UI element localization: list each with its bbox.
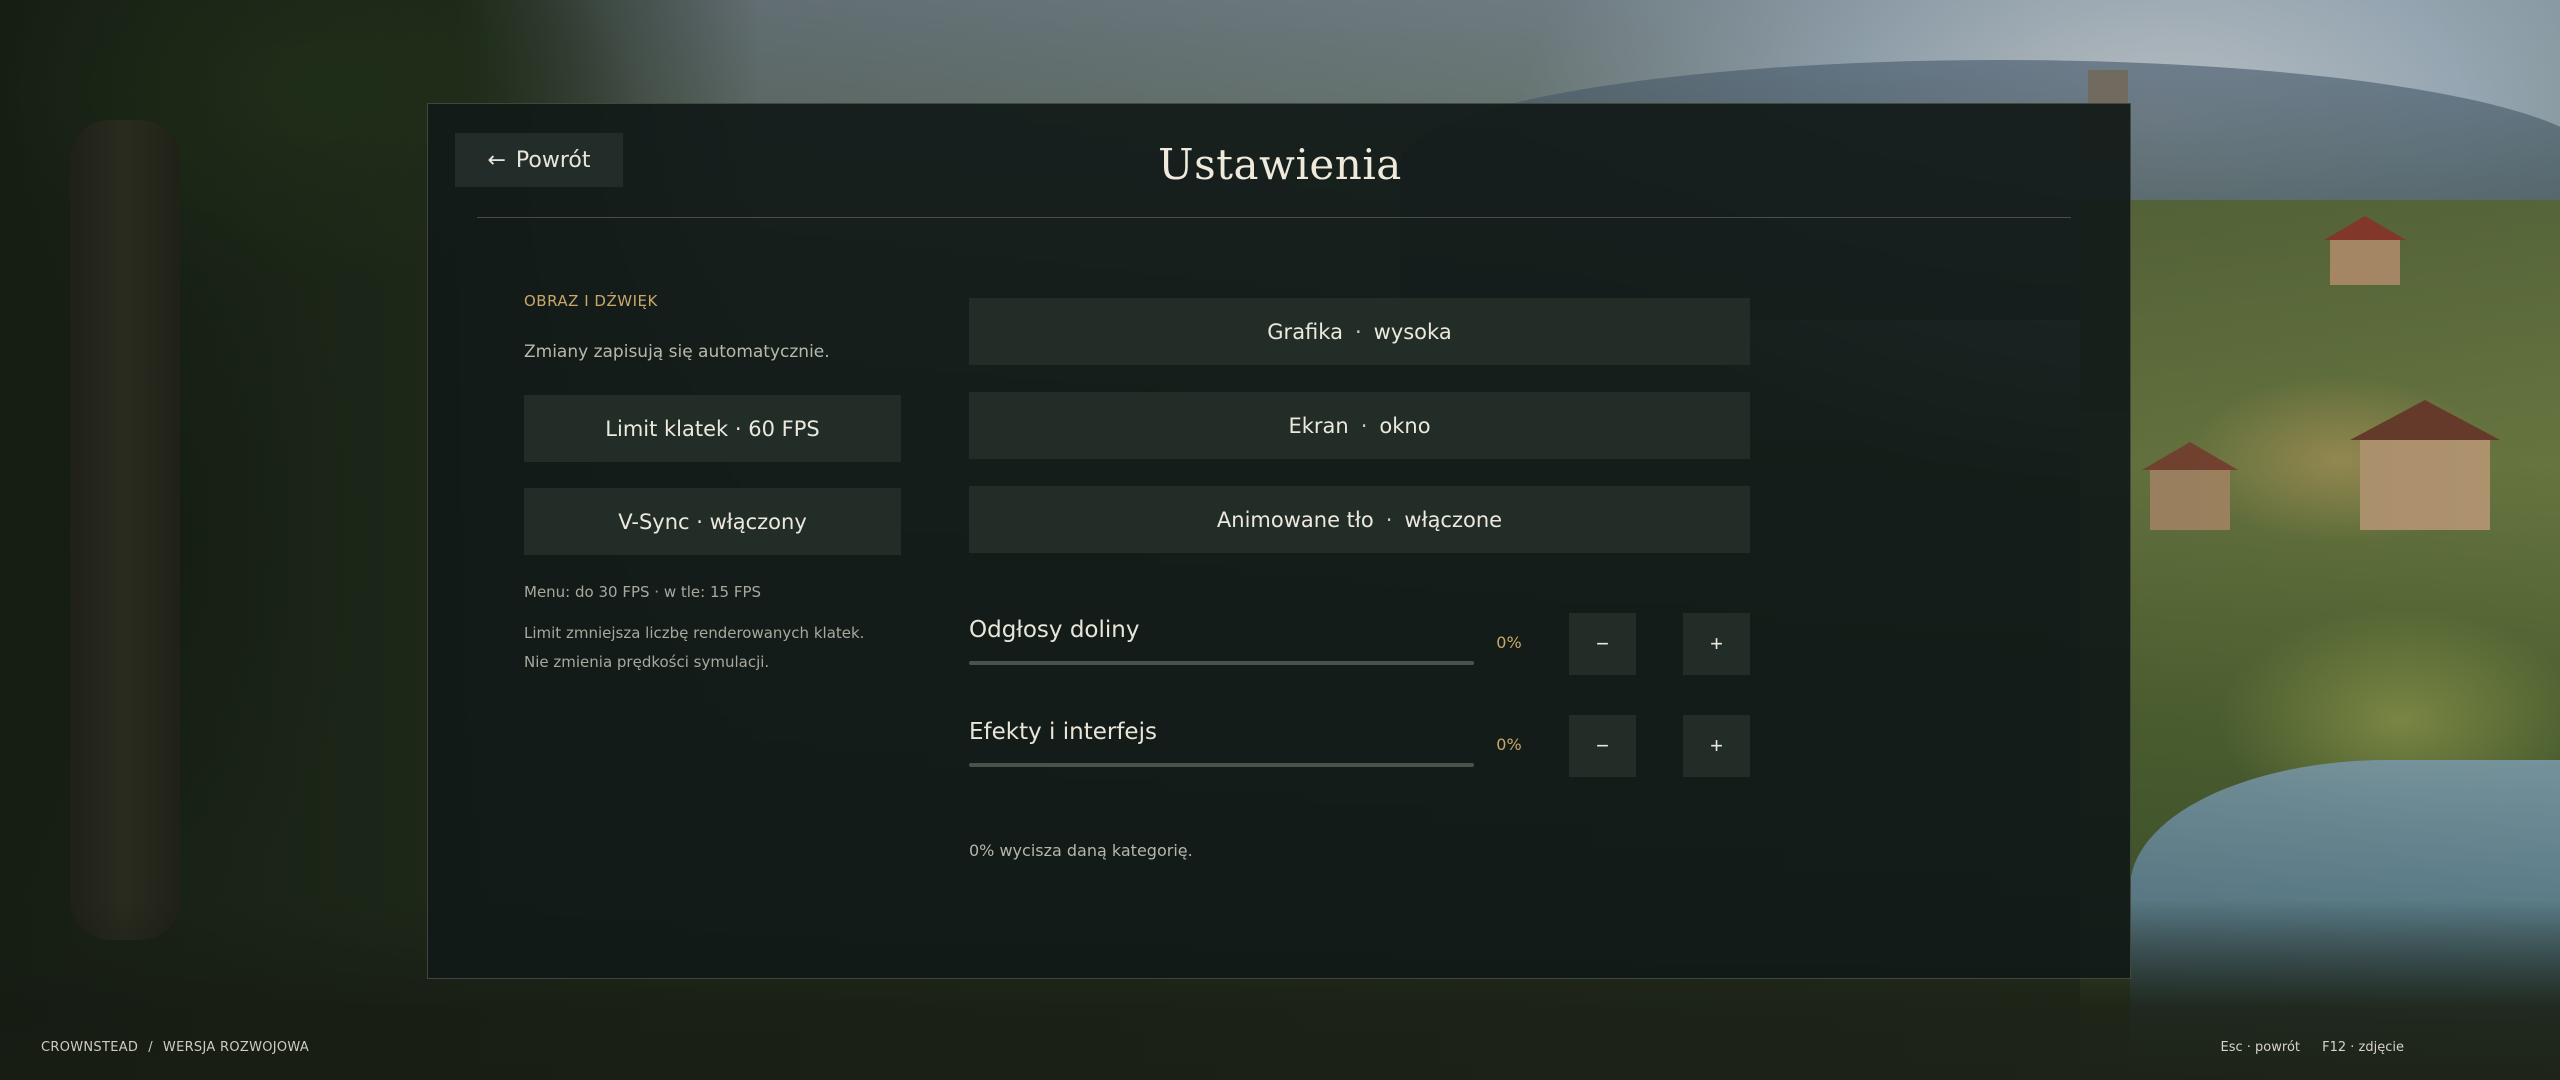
fps-note: Menu: do 30 FPS · w tle: 15 FPS [524,583,762,601]
left-column: OBRAZ I DŹWIĘK Zmiany zapisują się autom… [524,292,904,677]
option-value: wysoka [1373,319,1452,344]
autosave-hint: Zmiany zapisują się automatycznie. [524,342,830,362]
option-separator: · [1354,319,1362,344]
fps-limit-button[interactable]: Limit klatek · 60 FPS [524,395,901,462]
option-label: Grafika [1267,319,1343,344]
hotkey-screenshot: F12 · zdjęcie [2322,1040,2404,1055]
slider-row-valley-sounds: Odgłosy doliny 0% − + [969,613,1750,679]
option-separator: · [1360,413,1368,438]
increase-button[interactable]: + [1683,613,1750,675]
slider-row-effects-interface: Efekty i interfejs 0% − + [969,715,1750,781]
option-label: Ekran [1288,413,1349,438]
valley-sounds-slider[interactable] [969,661,1474,665]
decrease-button[interactable]: − [1569,613,1636,675]
option-value: włączone [1404,507,1503,532]
hotkey-back: Esc · powrót [2220,1040,2300,1055]
display-mode-button[interactable]: Ekran · okno [969,392,1750,459]
slider-percent: 0% [1496,633,1522,652]
slider-label: Odgłosy doliny [969,617,1140,643]
mute-note: 0% wycisza daną kategorię. [969,841,1193,860]
increase-button[interactable]: + [1683,715,1750,777]
graphics-quality-button[interactable]: Grafika · wysoka [969,298,1750,365]
footer-hotkeys: Esc · powrót F12 · zdjęcie [2221,1040,2404,1055]
limit-note: Limit zmniejsza liczbę renderowanych kla… [524,619,904,677]
option-label: Animowane tło [1216,507,1374,532]
settings-panel: ← Powrót Ustawienia OBRAZ I DŹWIĘK Zmian… [427,103,2131,979]
option-separator: · [1385,507,1393,532]
limit-note-line: Limit zmniejsza liczbę renderowanych kla… [524,624,865,642]
slider-percent: 0% [1496,735,1522,754]
footer-slash: / [148,1040,153,1055]
page-title: Ustawienia [1158,140,1402,189]
section-label: OBRAZ I DŹWIĘK [524,292,658,310]
options-column: Grafika · wysoka Ekran · okno Animowane … [969,298,1750,580]
vsync-button[interactable]: V-Sync · włączony [524,488,901,555]
decrease-button[interactable]: − [1569,715,1636,777]
version-label: WERSJA ROZWOJOWA [162,1040,310,1055]
limit-note-line: Nie zmienia prędkości symulacji. [524,653,770,671]
effects-interface-slider[interactable] [969,763,1474,767]
slider-label: Efekty i interfejs [969,719,1157,745]
footer-brand: CROWNSTEAD / WERSJA ROZWOJOWA [41,1040,309,1055]
brand-name: CROWNSTEAD [41,1040,139,1055]
animated-background-button[interactable]: Animowane tło · włączone [969,486,1750,553]
option-value: okno [1379,413,1431,438]
header-divider [477,217,2071,218]
